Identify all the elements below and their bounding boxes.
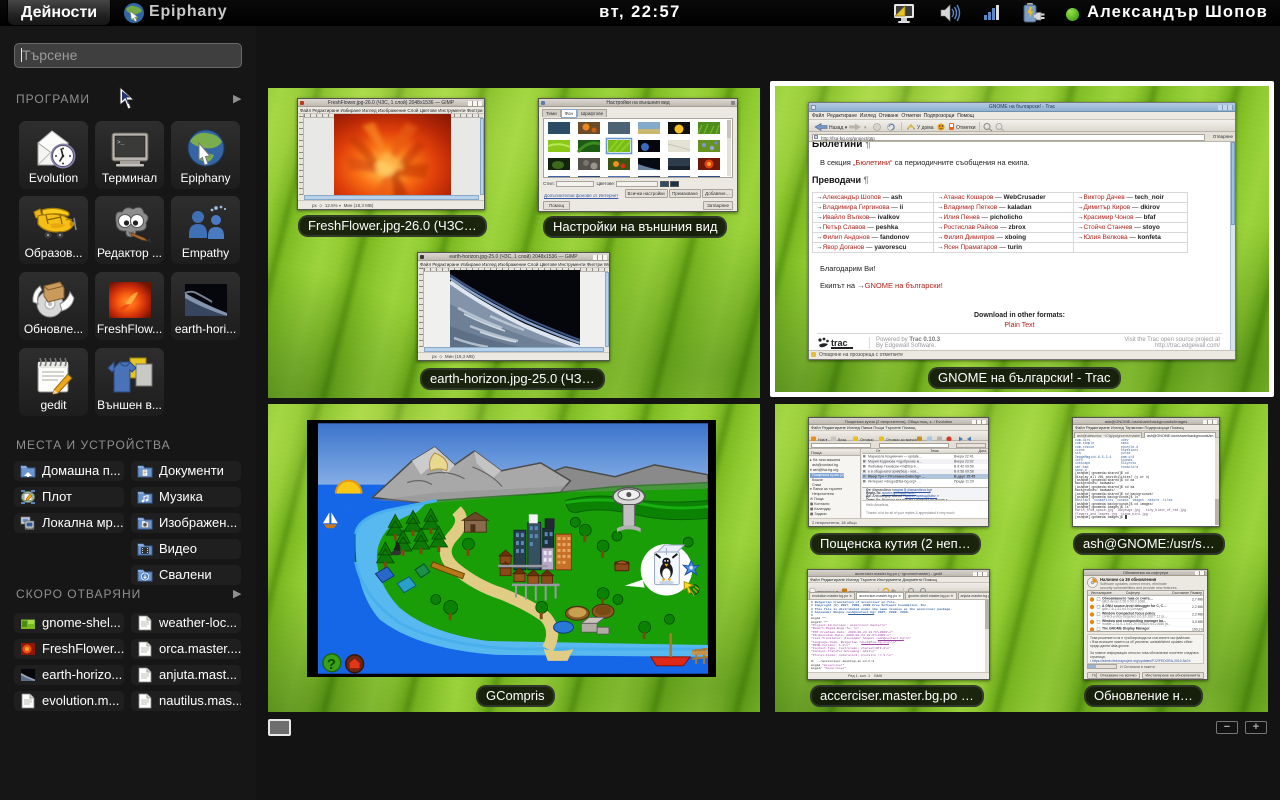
svg-text:В друг 15:45: В друг 15:45: [954, 475, 975, 479]
svg-text:2,2 MB: 2,2 MB: [1192, 605, 1203, 609]
svg-text:trac: trac: [831, 338, 848, 348]
svg-text:У дома: У дома: [917, 125, 934, 131]
svg-text:Вчера 23:02: Вчера 23:02: [954, 460, 974, 464]
svg-text:Преди 11:29: Преди 11:29: [954, 480, 974, 484]
svg-text:>_: >_: [117, 139, 125, 146]
svg-text:▾: ▾: [864, 125, 867, 131]
svg-text:Мария Кодинова «одобрение м…: Мария Кодинова «одобрение м…: [868, 460, 923, 464]
svg-text:100,2 MB: 100,2 MB: [1192, 628, 1204, 632]
svg-text:2,7 MB: 2,7 MB: [1192, 598, 1203, 602]
svg-text:Явор Туч «:Упътване@abv.bg» …: Явор Туч «:Упътване@abv.bg» …: [868, 475, 926, 479]
svg-text:В 9:42 09:50: В 9:42 09:50: [954, 465, 974, 469]
svg-text:?: ?: [327, 657, 336, 673]
svg-text:3,3 MB: 3,3 MB: [1192, 620, 1203, 624]
svg-text:Любомир Геновски «m@fsa-b…: Любомир Геновски «m@fsa-b…: [868, 465, 920, 469]
svg-text:The GNOME Display Manager: The GNOME Display Manager: [1102, 626, 1150, 630]
svg-text:В 9:58 09:58: В 9:58 09:58: [954, 470, 974, 474]
svg-text:2,2 MB: 2,2 MB: [1192, 613, 1203, 617]
svg-text:Марисела Коциянчич — update…: Марисела Коциянчич — update…: [868, 455, 923, 459]
svg-text:Назад ▾: Назад ▾: [829, 125, 848, 131]
svg-text:Вчера 22:41: Вчера 22:41: [954, 455, 974, 459]
svg-text:Интернет «drugo@fsa-bg.org» …: Интернет «drugo@fsa-bg.org» …: [868, 480, 921, 484]
svg-text:е в обща категория(без) - нов…: е в обща категория(без) - нов…: [868, 470, 920, 474]
svg-text:Отметки: Отметки: [956, 125, 976, 131]
